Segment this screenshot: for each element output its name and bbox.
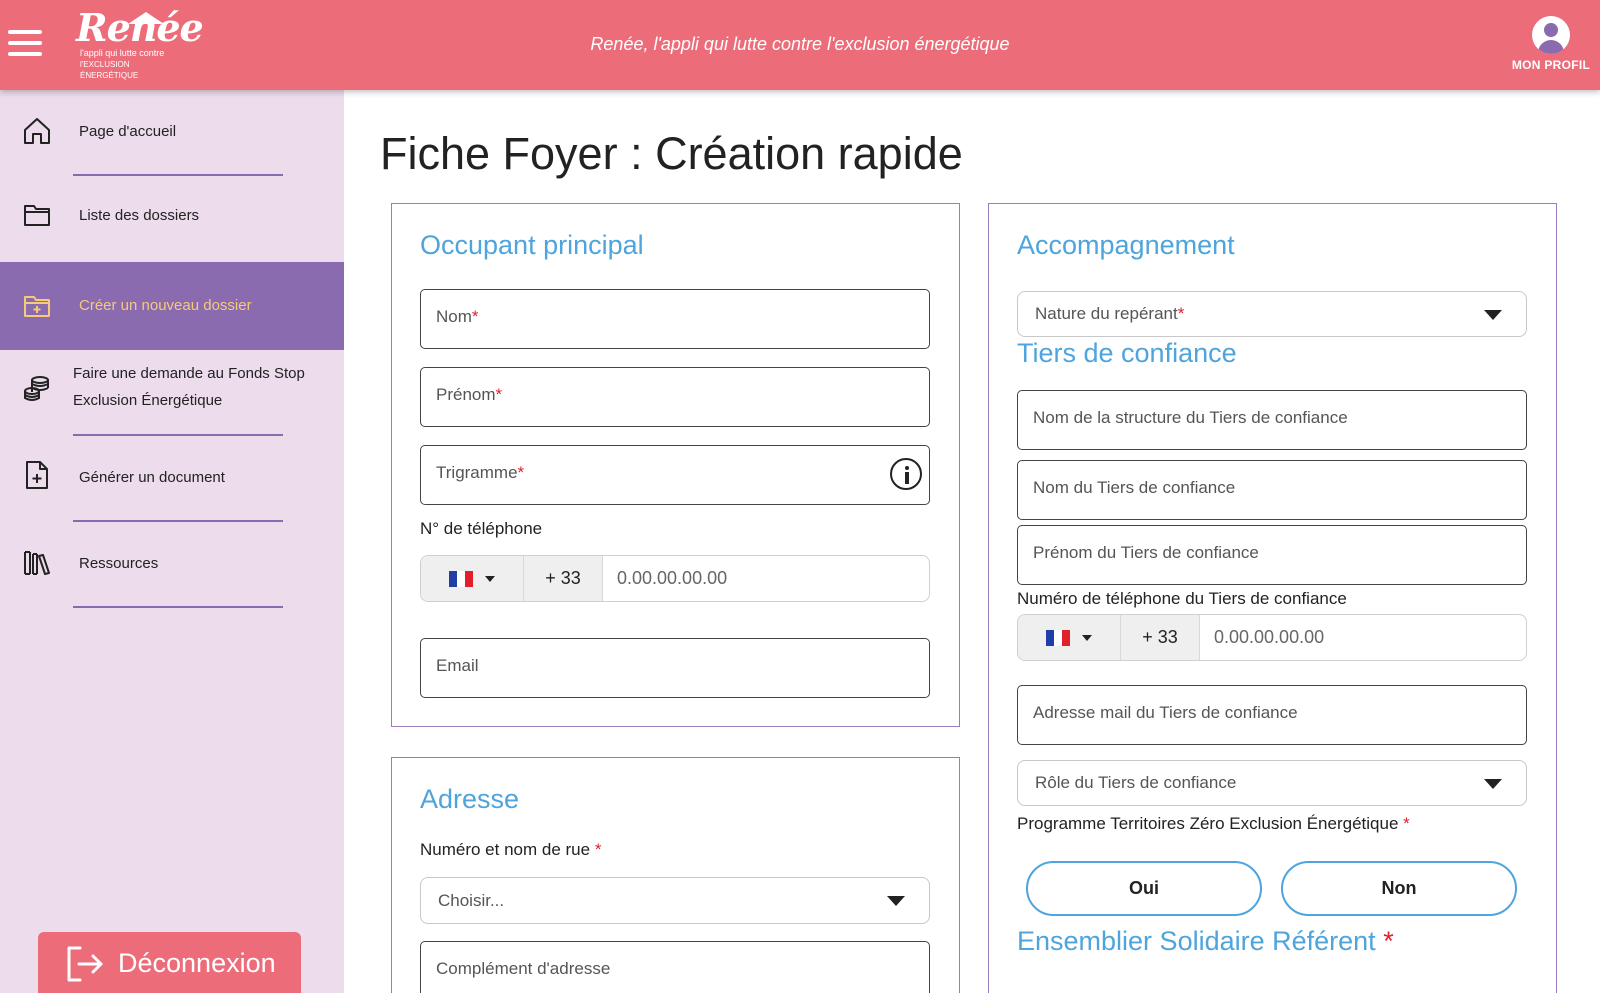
- complement-input[interactable]: Complément d'adresse: [420, 941, 930, 993]
- adresse-card: Adresse Numéro et nom de rue * Choisir..…: [391, 757, 960, 993]
- header-title: Renée, l'appli qui lutte contre l'exclus…: [590, 34, 1010, 54]
- tiers-section-title: Tiers de confiance: [1017, 338, 1237, 368]
- books-icon: [24, 551, 50, 575]
- caret-down-icon: [1484, 310, 1502, 320]
- accompagnement-card: Accompagnement Nature du repérant* Tiers…: [988, 203, 1557, 993]
- country-selector[interactable]: [1018, 615, 1121, 660]
- tiers-prenom-input[interactable]: Prénom du Tiers de confiance: [1017, 525, 1527, 585]
- ensemblier-section-title: Ensemblier Solidaire Référent *: [1017, 926, 1394, 956]
- sidebar-item-generate-document[interactable]: Générer un document: [0, 436, 344, 522]
- tiers-email-placeholder: Adresse mail du Tiers de confiance: [1033, 703, 1298, 722]
- prenom-input[interactable]: Prénom*: [420, 367, 930, 427]
- folder-icon: [24, 205, 50, 226]
- programme-label: Programme Territoires Zéro Exclusion Éne…: [1017, 814, 1410, 833]
- nom-placeholder: Nom*: [436, 307, 479, 326]
- france-flag-icon: [1046, 630, 1070, 646]
- street-select[interactable]: Choisir...: [420, 877, 930, 924]
- document-plus-icon: [26, 461, 48, 489]
- logo-tagline-2: l'EXCLUSION ÉNERGÉTIQUE: [80, 60, 139, 80]
- logout-label: Déconnexion: [118, 948, 276, 978]
- tiers-phone-input[interactable]: 0.00.00.00.00: [1214, 627, 1324, 648]
- sidebar-item-resources[interactable]: Ressources: [0, 522, 344, 608]
- oui-button[interactable]: Oui: [1026, 861, 1262, 916]
- country-selector[interactable]: [421, 556, 524, 601]
- sidebar-item-label: Faire une demande au Fonds Stop: [73, 365, 305, 382]
- tiers-phone-field: + 33 0.00.00.00.00: [1017, 614, 1527, 661]
- tiers-prenom-placeholder: Prénom du Tiers de confiance: [1033, 543, 1259, 562]
- tiers-nom-placeholder: Nom du Tiers de confiance: [1033, 478, 1236, 497]
- sidebar-item-dossiers[interactable]: Liste des dossiers: [0, 176, 344, 262]
- profile-label: MON PROFIL: [1511, 58, 1591, 72]
- sidebar-item-label: Page d'accueil: [79, 123, 177, 140]
- phone-label: N° de téléphone: [420, 519, 543, 538]
- home-icon: [24, 118, 50, 144]
- street-select-value: Choisir...: [438, 891, 505, 910]
- france-flag-icon: [449, 571, 473, 587]
- sidebar-item-label: Générer un document: [79, 469, 225, 486]
- sidebar-item-home[interactable]: Page d'accueil: [0, 90, 344, 176]
- adresse-card-title: Adresse: [420, 784, 520, 814]
- logo-roof-icon: [128, 12, 164, 24]
- logout-icon: [67, 946, 103, 982]
- email-placeholder: Email: [436, 656, 479, 675]
- divider: [73, 606, 283, 608]
- info-icon[interactable]: [890, 458, 922, 490]
- caret-down-icon: [1484, 779, 1502, 789]
- tiers-nom-input[interactable]: Nom du Tiers de confiance: [1017, 460, 1527, 520]
- phone-country-code: + 33: [1121, 615, 1200, 660]
- email-input[interactable]: Email: [420, 638, 930, 698]
- sidebar-item-label: Créer un nouveau dossier: [79, 297, 252, 314]
- sidebar-item-label: Liste des dossiers: [79, 207, 200, 224]
- complement-placeholder: Complément d'adresse: [436, 959, 611, 978]
- profile-button[interactable]: MON PROFIL: [1508, 16, 1594, 72]
- tiers-structure-placeholder: Nom de la structure du Tiers de confianc…: [1033, 408, 1348, 427]
- phone-field: + 33 0.00.00.00.00: [420, 555, 930, 602]
- nom-input[interactable]: Nom*: [420, 289, 930, 349]
- non-button[interactable]: Non: [1281, 861, 1517, 916]
- coins-icon: [24, 376, 49, 401]
- caret-down-icon: [1082, 635, 1092, 641]
- app-header: Renée l'appli qui lutte contre l'EXCLUSI…: [0, 0, 1600, 90]
- sidebar-item-label-2: Exclusion Énergétique: [73, 392, 223, 409]
- user-icon: [1532, 16, 1570, 54]
- street-label: Numéro et nom de rue *: [420, 840, 602, 859]
- nature-reperant-select[interactable]: Nature du repérant*: [1017, 291, 1527, 337]
- tiers-structure-input[interactable]: Nom de la structure du Tiers de confianc…: [1017, 390, 1527, 450]
- sidebar: Page d'accueil Liste des dossiers Créer …: [0, 90, 344, 993]
- sidebar-item-label: Ressources: [79, 555, 159, 572]
- trigramme-input[interactable]: Trigramme*: [420, 445, 930, 505]
- folder-plus-icon: [24, 296, 50, 317]
- tiers-email-input[interactable]: Adresse mail du Tiers de confiance: [1017, 685, 1527, 745]
- tiers-role-value: Rôle du Tiers de confiance: [1035, 773, 1237, 792]
- prenom-placeholder: Prénom*: [436, 385, 503, 404]
- sidebar-item-create-dossier[interactable]: Créer un nouveau dossier: [0, 262, 344, 350]
- occupant-card-title: Occupant principal: [420, 230, 644, 260]
- page-title: Fiche Foyer : Création rapide: [380, 128, 963, 179]
- tiers-phone-label: Numéro de téléphone du Tiers de confianc…: [1017, 589, 1347, 608]
- nature-reperant-value: Nature du repérant*: [1035, 304, 1185, 323]
- caret-down-icon: [887, 896, 905, 906]
- sidebar-item-fonds-stop[interactable]: Faire une demande au Fonds Stop Exclusio…: [0, 350, 344, 436]
- phone-input[interactable]: 0.00.00.00.00: [617, 568, 727, 589]
- trigramme-placeholder: Trigramme*: [436, 463, 525, 482]
- tiers-role-select[interactable]: Rôle du Tiers de confiance: [1017, 760, 1527, 806]
- phone-country-code: + 33: [524, 556, 603, 601]
- caret-down-icon: [485, 576, 495, 582]
- occupant-card: Occupant principal Nom* Prénom* Trigramm…: [391, 203, 960, 727]
- accompagnement-card-title: Accompagnement: [1017, 230, 1235, 260]
- logout-button[interactable]: Déconnexion: [38, 932, 301, 993]
